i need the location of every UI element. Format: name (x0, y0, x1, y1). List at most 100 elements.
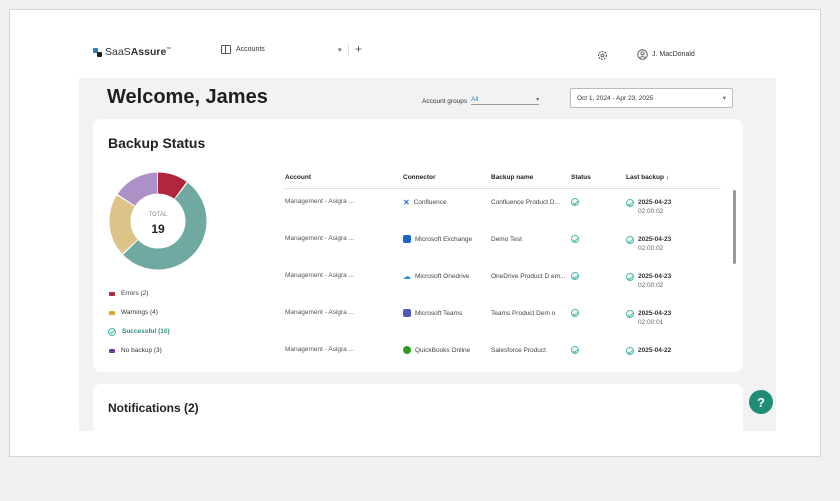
chevron-down-icon: ▾ (722, 95, 726, 102)
last-backup-time: 02:00:02 (638, 245, 664, 252)
legend-warnings[interactable]: Warnings (4) (108, 303, 170, 322)
tab-accounts-label: Accounts (236, 46, 265, 53)
top-bar: SaaSAssure™ Accounts ▾ + J. MacDonald (79, 30, 776, 78)
connector-label: QuickBooks Online (415, 346, 471, 354)
cell-account: Management - Asigra ... (285, 346, 355, 353)
connector-label: Microsoft Onedrive (415, 273, 470, 280)
cell-last-backup: 2025-04-22 (626, 346, 711, 355)
cell-account: Management - Asigra ... (285, 198, 355, 205)
date-range-value: Oct 1, 2024 - Apr 23, 2025 (577, 94, 654, 102)
legend-label: Errors (2) (121, 290, 149, 297)
backup-donut-chart (109, 172, 207, 270)
check-circle-icon (108, 327, 116, 336)
tab-accounts[interactable]: Accounts (221, 45, 265, 54)
legend-no-backup[interactable]: No backup (3) (108, 341, 170, 360)
window-icon (221, 45, 231, 54)
last-backup-date: 2025-04-23 (638, 199, 672, 206)
column-header-status[interactable]: Status (571, 174, 626, 181)
legend-label: Warnings (4) (121, 309, 158, 316)
account-groups-label: Account groups (422, 98, 468, 105)
last-backup-date: 2025-04-23 (638, 236, 672, 243)
status-success-icon (571, 235, 579, 243)
add-tab-icon[interactable]: + (355, 42, 362, 56)
logo-mark-icon (93, 47, 102, 57)
legend-label: No backup (3) (121, 347, 162, 354)
microsoft-exchange-icon (403, 235, 411, 243)
cell-backup-name: Demo Test (491, 236, 522, 243)
tab-divider (348, 44, 349, 56)
backup-table: Account Connector Backup name Status Las… (283, 167, 721, 365)
user-name: J. MacDonald (652, 51, 695, 58)
status-success-icon (571, 346, 579, 354)
check-circle-icon (626, 199, 634, 207)
cell-last-backup: 2025-04-23 02:00:02 (626, 235, 711, 253)
microsoft-teams-icon (403, 309, 411, 317)
table-row[interactable]: Management - Asigra ... Microsoft Exchan… (283, 226, 721, 263)
gear-icon[interactable] (597, 50, 608, 61)
legend-successful[interactable]: Successful (10) (108, 322, 170, 341)
cell-account: Management - Asigra ... (285, 235, 355, 242)
last-backup-date: 2025-04-23 (638, 310, 672, 317)
logo-tm: ™ (166, 46, 172, 53)
cell-connector: ☁ Microsoft Onedrive (403, 272, 491, 281)
column-header-account[interactable]: Account (283, 174, 403, 181)
quickbooks-icon (403, 346, 411, 354)
cell-backup-name: OneDrive Product D em... (491, 273, 566, 280)
cell-connector: Microsoft Teams (403, 309, 491, 317)
tab-dropdown-icon[interactable]: ▾ (338, 46, 342, 54)
table-row[interactable]: Management - Asigra ... QuickBooks Onlin… (283, 337, 721, 365)
date-range-picker[interactable]: Oct 1, 2024 - Apr 23, 2025 ▾ (570, 88, 733, 108)
status-success-icon (571, 309, 579, 317)
page-title: Welcome, James (107, 86, 268, 108)
last-backup-date: 2025-04-22 (638, 347, 672, 354)
donut-total-label: TOTAL (148, 212, 168, 218)
connector-label: Microsoft Teams (415, 309, 463, 317)
column-header-last-backup[interactable]: Last backup ↓ (626, 174, 711, 181)
table-scrollbar[interactable] (733, 190, 736, 264)
last-backup-time: 02:00:01 (638, 319, 664, 326)
cell-connector: Microsoft Exchange (403, 235, 491, 243)
help-button[interactable]: ? (749, 390, 773, 414)
cell-last-backup: 2025-04-23 02:00:02 (626, 272, 711, 290)
connector-label: Confluence (413, 199, 447, 206)
app-window: SaaSAssure™ Accounts ▾ + J. MacDonald We… (79, 30, 776, 431)
last-backup-date: 2025-04-23 (638, 273, 672, 280)
table-row[interactable]: Management - Asigra ... ☁ Microsoft Oned… (283, 263, 721, 300)
confluence-icon: ✕ (403, 198, 410, 207)
cell-connector: ✕ Confluence (403, 198, 491, 207)
logo[interactable]: SaaSAssure™ (93, 46, 171, 58)
logo-prefix: SaaS (105, 46, 131, 58)
legend-label: Successful (10) (122, 328, 170, 335)
column-header-backup-name[interactable]: Backup name (491, 174, 571, 181)
check-circle-icon (626, 236, 634, 244)
user-avatar-icon (637, 49, 648, 60)
cell-status (571, 272, 626, 282)
chevron-down-icon: ▾ (536, 97, 540, 103)
user-menu[interactable]: J. MacDonald (637, 49, 695, 60)
cell-status (571, 309, 626, 319)
account-groups-select[interactable]: All ▾ (471, 96, 540, 105)
logo-bold: Assure (130, 46, 167, 58)
legend-errors[interactable]: Errors (2) (108, 284, 170, 303)
status-success-icon (571, 198, 579, 206)
legend-swatch-errors (109, 291, 115, 296)
status-success-icon (571, 272, 579, 280)
backup-status-card: Backup Status TOTAL 19 Errors (2) Warnin… (93, 119, 743, 372)
account-groups-value: All (471, 96, 479, 103)
donut-legend: Errors (2) Warnings (4) Successful (10) … (108, 284, 170, 360)
table-header: Account Connector Backup name Status Las… (283, 167, 721, 189)
notifications-title: Notifications (2) (108, 401, 199, 415)
account-groups-filter: Account groups All ▾ (422, 96, 540, 105)
cloud-icon: ☁ (403, 272, 411, 281)
cell-backup-name: Teams Product Dem o (491, 310, 556, 317)
check-circle-icon (626, 310, 634, 318)
cell-backup-name: Salesforce Product (491, 347, 546, 354)
cell-backup-name: Confluence Product D... (491, 199, 561, 206)
cell-status (571, 235, 626, 245)
table-row[interactable]: Management - Asigra ... ✕ Confluence Con… (283, 189, 721, 226)
connector-label: Microsoft Exchange (415, 235, 473, 243)
table-row[interactable]: Management - Asigra ... Microsoft Teams … (283, 300, 721, 337)
cell-account: Management - Asigra ... (285, 272, 355, 279)
check-circle-icon (626, 273, 634, 281)
column-header-connector[interactable]: Connector (403, 174, 491, 181)
